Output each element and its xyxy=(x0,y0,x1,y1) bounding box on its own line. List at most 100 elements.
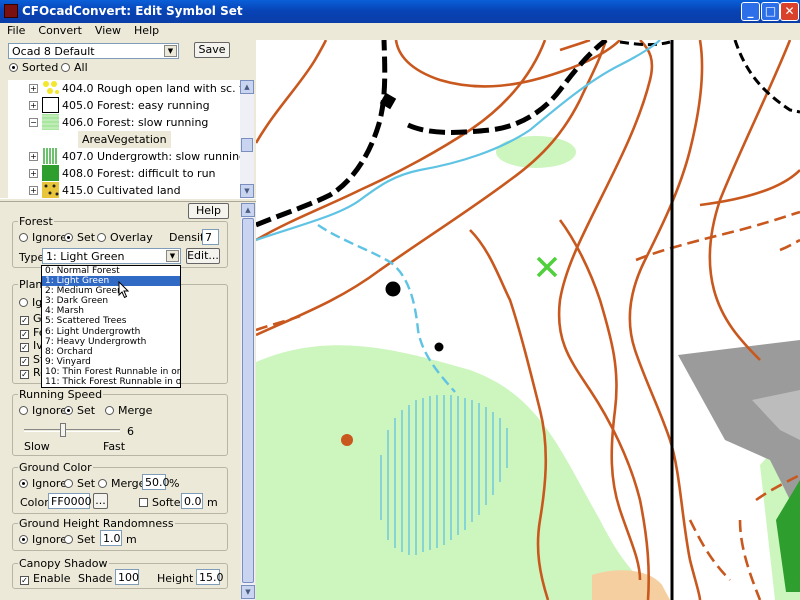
height-value-input[interactable]: 1.0 xyxy=(100,530,122,546)
chevron-down-icon[interactable]: ▼ xyxy=(164,45,177,57)
speed-ignore-radio[interactable]: Ignore xyxy=(19,404,67,417)
canopy-height-input[interactable]: 15.0 xyxy=(196,569,224,585)
check-icon: ✓ xyxy=(20,316,29,325)
tree-item[interactable]: + 404.0 Rough open land with sc. trees xyxy=(8,80,240,97)
tree-item[interactable]: + 407.0 Undergrowth: slow running xyxy=(8,148,240,165)
symbol-set-select[interactable]: Ocad 8 Default ▼ xyxy=(8,43,179,59)
expand-icon[interactable]: + xyxy=(29,152,38,161)
sorted-radio[interactable]: Sorted xyxy=(9,61,58,74)
plants-ignore-radio[interactable]: Ig xyxy=(19,296,42,309)
radio-icon xyxy=(19,479,28,488)
soften-input[interactable]: 0.0 xyxy=(181,493,203,509)
open-land-area xyxy=(592,570,670,600)
soften-unit: m xyxy=(207,496,218,509)
gh-set-radio[interactable]: Set xyxy=(64,533,95,546)
edit-button[interactable]: Edit... xyxy=(186,248,220,264)
dropdown-option[interactable]: 8: Orchard xyxy=(42,347,180,357)
menu-convert[interactable]: Convert xyxy=(31,23,88,37)
scroll-up-icon[interactable]: ▲ xyxy=(241,203,255,217)
canopy-enable-checkbox[interactable]: ✓ Enable xyxy=(20,572,70,585)
dropdown-option[interactable]: 9: Vinyard xyxy=(42,357,180,367)
slow-label: Slow xyxy=(24,440,50,453)
close-button[interactable]: ✕ xyxy=(780,2,799,21)
minimize-button[interactable]: _ xyxy=(741,2,760,21)
dropdown-option[interactable]: 6: Light Undergrowth xyxy=(42,327,180,337)
tree-item-label: 415.0 Cultivated land xyxy=(62,184,181,197)
window-title: CFOcadConvert: Edit Symbol Set xyxy=(22,4,243,18)
green-x-feature xyxy=(536,256,558,278)
menu-help[interactable]: Help xyxy=(127,23,165,37)
color-pick-button[interactable]: ... xyxy=(93,493,108,509)
dropdown-option[interactable]: 4: Marsh xyxy=(42,306,180,316)
maximize-button[interactable]: □ xyxy=(761,2,780,21)
radio-icon xyxy=(19,233,28,242)
speed-slider-track[interactable] xyxy=(24,429,120,432)
tree-subitem[interactable]: AreaVegetation xyxy=(8,131,240,148)
tree-scrollbar[interactable]: ▲ ▼ xyxy=(240,80,254,198)
all-radio[interactable]: All xyxy=(61,61,88,74)
dropdown-option[interactable]: 0: Normal Forest xyxy=(42,266,180,276)
forest-overlay-radio[interactable]: Overlay xyxy=(97,231,153,244)
dropdown-option[interactable]: 2: Medium Green xyxy=(42,286,180,296)
speed-merge-radio[interactable]: Merge xyxy=(105,404,152,417)
speed-slider-thumb[interactable] xyxy=(60,423,66,437)
dropdown-option[interactable]: 5: Scattered Trees xyxy=(42,316,180,326)
density-input[interactable]: 7 xyxy=(202,229,219,245)
merge-percent-input[interactable]: 50.0 xyxy=(142,474,170,490)
menu-view[interactable]: View xyxy=(88,23,127,37)
forest-type-dropdown-list[interactable]: 0: Normal Forest 1: Light Green 2: Mediu… xyxy=(41,265,181,388)
expand-icon[interactable]: + xyxy=(29,169,38,178)
help-button[interactable]: Help xyxy=(188,203,229,219)
map-canvas[interactable] xyxy=(256,40,800,600)
check-icon: ✓ xyxy=(20,576,29,585)
menu-file[interactable]: File xyxy=(0,23,31,37)
tree-item[interactable]: + 415.0 Cultivated land xyxy=(8,182,240,198)
speed-value: 6 xyxy=(127,425,134,438)
light-green-swatch-icon xyxy=(42,114,59,130)
check-icon: ✓ xyxy=(20,330,29,339)
scroll-down-icon[interactable]: ▼ xyxy=(240,184,254,198)
forest-type-select[interactable]: 1: Light Green ▼ xyxy=(42,248,181,264)
tree-item[interactable]: + 405.0 Forest: easy running xyxy=(8,97,240,114)
panel-scrollbar[interactable]: ▲ ▼ xyxy=(241,203,255,600)
scroll-up-icon[interactable]: ▲ xyxy=(240,80,254,94)
radio-icon xyxy=(19,535,28,544)
dropdown-option[interactable]: 3: Dark Green xyxy=(42,296,180,306)
symbol-set-value: Ocad 8 Default xyxy=(12,45,95,58)
dropdown-option-selected[interactable]: 1: Light Green xyxy=(42,276,180,287)
forest-set-radio[interactable]: Set xyxy=(64,231,95,244)
collapse-icon[interactable]: − xyxy=(29,118,38,127)
dropdown-option[interactable]: 11: Thick Forest Runnable in one dir xyxy=(42,377,180,387)
tree-item[interactable]: + 408.0 Forest: difficult to run xyxy=(8,165,240,182)
radio-icon xyxy=(9,63,18,72)
expand-icon[interactable]: + xyxy=(29,84,38,93)
gc-set-radio[interactable]: Set xyxy=(64,477,95,490)
scroll-down-icon[interactable]: ▼ xyxy=(241,585,255,599)
gc-merge-radio[interactable]: Merge xyxy=(98,477,145,490)
gc-ignore-radio[interactable]: Ignore xyxy=(19,477,67,490)
expand-icon[interactable]: + xyxy=(29,101,38,110)
orienteering-map[interactable] xyxy=(256,40,800,600)
green-swatch-icon xyxy=(42,165,59,181)
radio-icon xyxy=(19,298,28,307)
chevron-down-icon[interactable]: ▼ xyxy=(166,250,179,262)
color-input[interactable]: FF0000 xyxy=(48,493,92,509)
running-speed-title: Running Speed xyxy=(18,388,104,401)
dropdown-option[interactable]: 7: Heavy Undergrowth xyxy=(42,337,180,347)
forest-ignore-radio[interactable]: Ignore xyxy=(19,231,67,244)
save-button[interactable]: Save xyxy=(194,42,230,58)
speed-set-radio[interactable]: Set xyxy=(64,404,95,417)
shade-input[interactable]: 100 xyxy=(115,569,139,585)
scroll-thumb[interactable] xyxy=(242,218,254,583)
forest-group-title: Forest xyxy=(18,215,54,228)
ground-height-title: Ground Height Randomness xyxy=(18,517,175,530)
panel-splitter[interactable] xyxy=(0,198,256,202)
dropdown-option[interactable]: 10: Thin Forest Runnable in one dir xyxy=(42,367,180,377)
symbol-tree[interactable]: + 404.0 Rough open land with sc. trees +… xyxy=(8,80,240,198)
gh-ignore-radio[interactable]: Ignore xyxy=(19,533,67,546)
scroll-thumb[interactable] xyxy=(241,138,253,152)
white-swatch-icon xyxy=(42,97,59,113)
expand-icon[interactable]: + xyxy=(29,186,38,195)
plant-checkbox[interactable]: ✓ Iv xyxy=(20,339,43,352)
tree-item[interactable]: − 406.0 Forest: slow running xyxy=(8,114,240,131)
